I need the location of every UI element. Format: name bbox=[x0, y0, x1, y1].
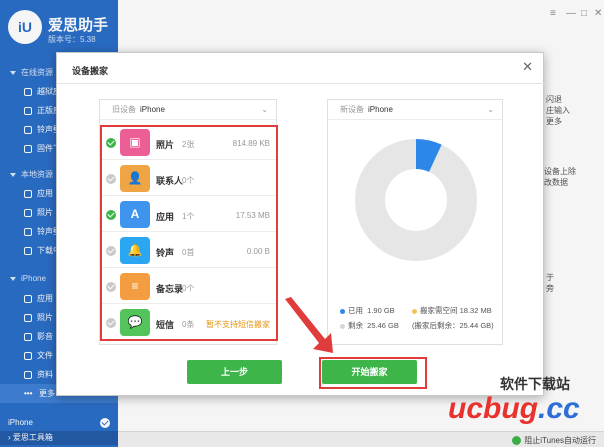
storage-donut-chart bbox=[355, 139, 477, 261]
highlight-box bbox=[100, 125, 278, 341]
previous-step-button[interactable]: 上一步 bbox=[187, 360, 282, 384]
device-migration-dialog: 设备搬家 ✕ 旧设备 iPhone ⌄ ▣ 照片 2张 814.89 KB 👤 联系人 0个 A… bbox=[56, 52, 545, 396]
divider bbox=[57, 83, 545, 84]
legend-needed: 搬家需空间 18.32 MB bbox=[412, 305, 492, 316]
chevron-down-icon: ⌄ bbox=[261, 105, 268, 114]
needed-dot bbox=[412, 308, 417, 314]
new-device-panel: 新设备 iPhone ⌄ 已用 1.90 GB 搬家需空间 18.32 MB 剩余… bbox=[327, 99, 503, 345]
legend-after-migration: (搬家后剩余：25.44 GB) bbox=[412, 321, 494, 330]
old-device-selector[interactable]: 旧设备 iPhone ⌄ bbox=[100, 100, 276, 120]
close-icon[interactable]: ✕ bbox=[522, 59, 533, 75]
arrow-annotation bbox=[285, 297, 333, 353]
watermark-logo: ucbug.cc bbox=[448, 392, 580, 425]
new-device-selector[interactable]: 新设备 iPhone ⌄ bbox=[328, 100, 502, 120]
legend-free: 剩余 25.46 GB bbox=[340, 320, 399, 331]
dialog-title: 设备搬家 bbox=[72, 66, 109, 76]
site-watermark: 软件下载站 ucbug.cc bbox=[448, 376, 580, 425]
legend-used: 已用 1.90 GB bbox=[340, 305, 395, 316]
highlight-box bbox=[319, 357, 427, 389]
chevron-down-icon: ⌄ bbox=[487, 105, 494, 114]
